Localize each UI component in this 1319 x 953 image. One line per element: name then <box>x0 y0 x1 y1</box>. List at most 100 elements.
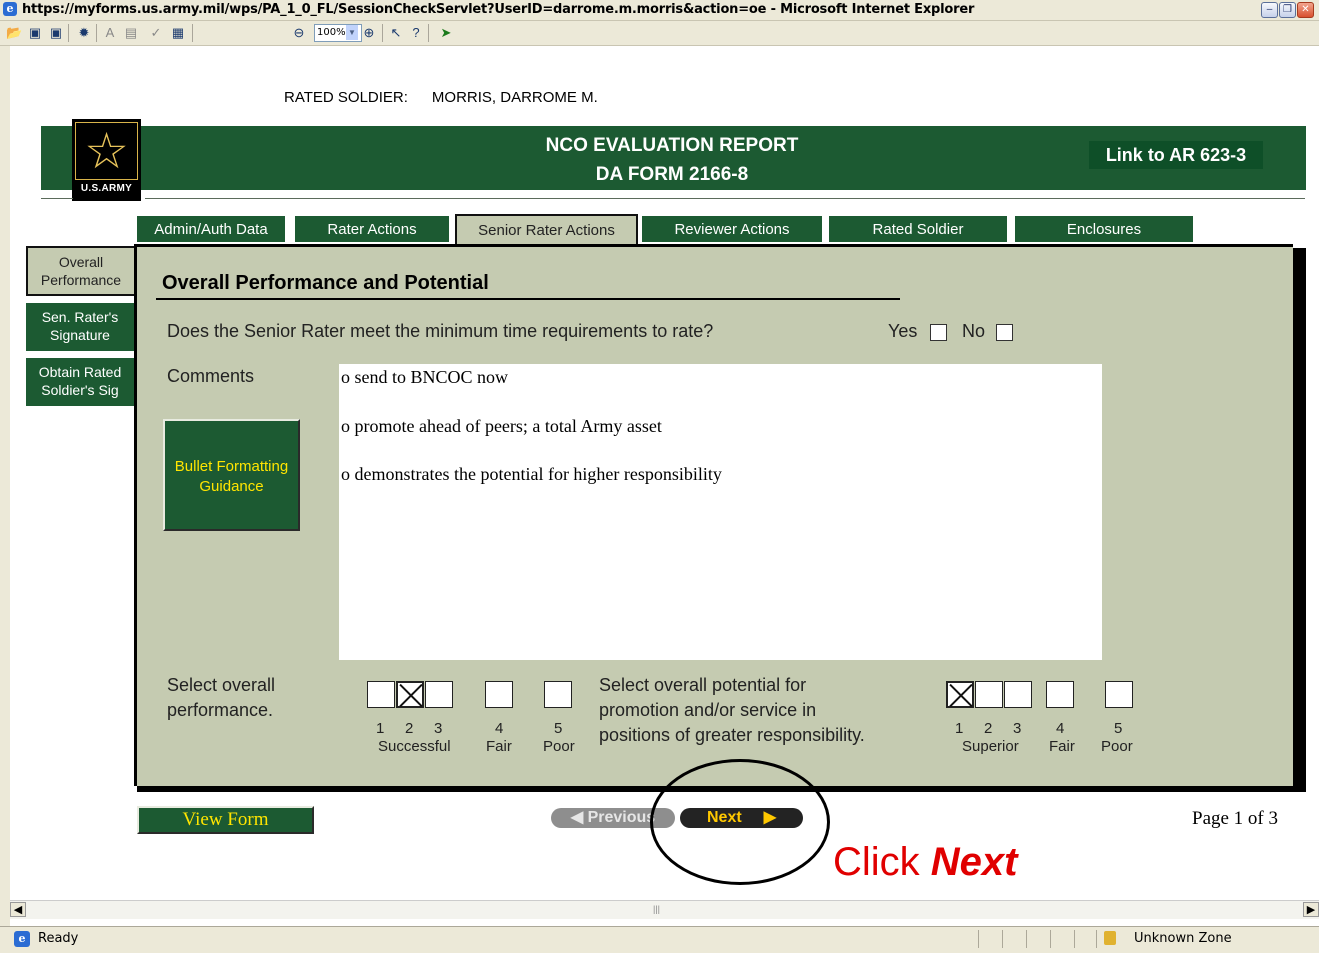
time-requirement-question: Does the Senior Rater meet the minimum t… <box>167 321 714 341</box>
zoom-out-icon[interactable]: ⊖ <box>291 25 307 41</box>
comment-bullet: o demonstrates the potential for higher … <box>341 464 722 484</box>
minimize-icon[interactable]: – <box>1261 2 1278 18</box>
performance-box-5[interactable] <box>544 681 572 708</box>
tab-admin-auth-data[interactable]: Admin/Auth Data <box>137 216 285 242</box>
annotation-circle <box>650 759 830 885</box>
performance-caption: Poor <box>543 738 575 755</box>
zoom-in-icon[interactable]: ⊕ <box>361 25 377 41</box>
lock-icon <box>1104 931 1116 945</box>
sidenav-label: Overall <box>58 254 104 270</box>
settings-icon[interactable]: ✹ <box>76 25 92 41</box>
status-separator <box>1050 930 1051 948</box>
form-field-icon[interactable]: ▤ <box>123 25 139 41</box>
performance-caption: Fair <box>486 738 512 755</box>
potential-number: 2 <box>984 720 993 737</box>
potential-box-5[interactable] <box>1105 681 1133 708</box>
no-checkbox[interactable] <box>996 324 1013 341</box>
no-label: No <box>962 321 986 341</box>
whats-this-icon[interactable]: ↖ <box>388 25 404 41</box>
performance-box-4[interactable] <box>485 681 513 708</box>
comments-textarea[interactable] <box>339 364 1102 660</box>
button-label: Bullet Formatting <box>174 458 289 475</box>
potential-label-line: positions of greater responsibility. <box>599 725 865 745</box>
annotation-emphasis: Next <box>930 840 1018 884</box>
text-tool-icon[interactable]: A <box>102 25 118 41</box>
restore-icon[interactable]: ❐ <box>1279 2 1296 18</box>
yes-checkbox[interactable] <box>930 324 947 341</box>
security-zone: Unknown Zone <box>1134 931 1232 946</box>
chevron-down-icon[interactable]: ▼ <box>346 25 358 40</box>
window-frame <box>0 46 10 926</box>
scroll-left-icon[interactable]: ◀ <box>10 902 26 917</box>
performance-number: 1 <box>376 720 385 737</box>
army-logo: ☆ U.S.ARMY <box>72 119 141 201</box>
rated-soldier-label: RATED SOLDIER: <box>284 89 408 106</box>
ar-623-3-link[interactable]: Link to AR 623-3 <box>1089 141 1263 169</box>
page-indicator: Page 1 of 3 <box>1192 808 1279 829</box>
rated-soldier-name: MORRIS, DARROME M. <box>431 89 598 106</box>
potential-box-1[interactable] <box>946 681 974 708</box>
page-icon: e <box>14 931 30 947</box>
open-folder-icon[interactable]: 📂 <box>6 25 22 41</box>
potential-caption: Poor <box>1101 738 1133 755</box>
internet-explorer-icon: e <box>3 2 17 16</box>
performance-number: 3 <box>434 720 443 737</box>
sidenav-label: Signature <box>50 327 110 343</box>
section-title: Overall Performance and Potential <box>162 272 489 294</box>
sidenav-label: Soldier's Sig <box>41 382 119 398</box>
star-icon: ☆ <box>75 122 138 180</box>
potential-number: 1 <box>955 720 964 737</box>
status-separator <box>1096 930 1097 948</box>
save-icon[interactable]: ▣ <box>27 25 43 41</box>
go-icon[interactable]: ➤ <box>438 25 454 41</box>
sidenav-item-overall-performance[interactable]: Overall Performance <box>26 246 134 296</box>
tab-rater-actions[interactable]: Rater Actions <box>295 216 449 242</box>
close-icon[interactable]: ✕ <box>1297 2 1314 18</box>
tab-reviewer-actions[interactable]: Reviewer Actions <box>642 216 822 242</box>
section-divider <box>156 298 900 300</box>
divider <box>41 198 73 199</box>
tab-senior-rater-actions[interactable]: Senior Rater Actions <box>455 214 638 244</box>
window-titlebar: e https://myforms.us.army.mil/wps/PA_1_0… <box>0 0 1319 21</box>
spellcheck-form-icon[interactable]: ▦ <box>170 25 186 41</box>
status-separator <box>1002 930 1003 948</box>
potential-box-3[interactable] <box>1004 681 1032 708</box>
sidenav-item-sen-rater-signature[interactable]: Sen. Rater's Signature <box>26 303 134 351</box>
yes-label: Yes <box>888 321 918 341</box>
status-separator <box>978 930 979 948</box>
save-as-icon[interactable]: ▣ <box>48 25 64 41</box>
horizontal-scrollbar[interactable] <box>10 900 1319 919</box>
spellcheck-icon[interactable]: ✓ <box>148 25 164 41</box>
potential-caption: Fair <box>1049 738 1075 755</box>
performance-label-line: Select overall <box>167 675 276 695</box>
potential-number: 4 <box>1056 720 1065 737</box>
comments-label: Comments <box>167 366 255 386</box>
bullet-formatting-guidance-button[interactable]: Bullet Formatting Guidance <box>163 419 300 531</box>
help-icon[interactable]: ? <box>408 25 424 41</box>
potential-number: 5 <box>1114 720 1123 737</box>
divider <box>145 198 1305 199</box>
tab-enclosures[interactable]: Enclosures <box>1015 216 1193 242</box>
performance-number: 4 <box>495 720 504 737</box>
performance-box-2[interactable] <box>396 681 424 708</box>
scroll-right-icon[interactable]: ▶ <box>1303 902 1319 917</box>
status-separator <box>1074 930 1075 948</box>
toolbar: 📂 ▣ ▣ ✹ A ▤ ✓ ▦ ⊖ 100% ▼ ⊕ ↖ ? ➤ <box>0 21 1319 46</box>
tab-rated-soldier[interactable]: Rated Soldier <box>829 216 1007 242</box>
report-title-line1: NCO EVALUATION REPORT <box>545 135 799 156</box>
performance-box-3[interactable] <box>425 681 453 708</box>
report-title-line2: DA FORM 2166-8 <box>595 164 749 185</box>
sidenav-label: Performance <box>40 272 122 288</box>
chevron-left-icon: ◀ <box>570 809 588 826</box>
status-bar <box>0 926 1319 953</box>
performance-label-line: performance. <box>167 700 274 720</box>
potential-label: Select overall potential for promotion a… <box>599 673 865 748</box>
annotation-prefix: Click <box>833 840 931 884</box>
sidenav-item-obtain-rated-soldier-sig[interactable]: Obtain Rated Soldier's Sig <box>26 358 134 406</box>
report-title: NCO EVALUATION REPORT DA FORM 2166-8 <box>480 131 864 189</box>
potential-box-4[interactable] <box>1046 681 1074 708</box>
view-form-button[interactable]: View Form <box>137 806 314 834</box>
status-text: Ready <box>38 931 79 946</box>
potential-box-2[interactable] <box>975 681 1003 708</box>
performance-box-1[interactable] <box>367 681 395 708</box>
